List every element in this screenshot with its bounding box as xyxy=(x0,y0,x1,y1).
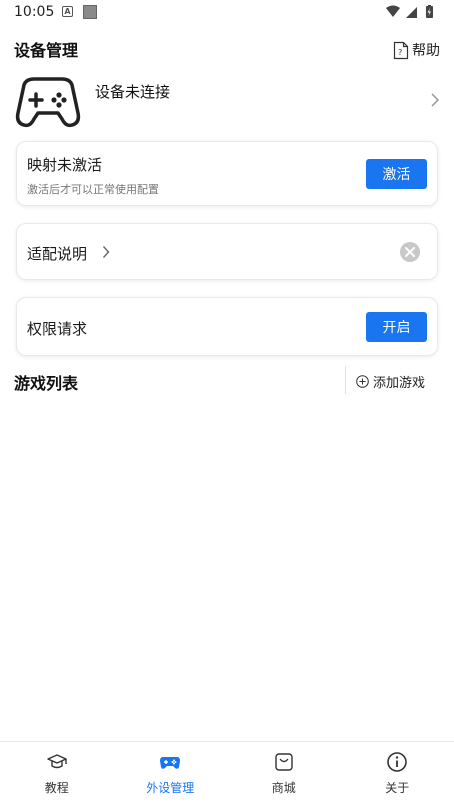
help-button[interactable]: ? 帮助 xyxy=(393,39,440,61)
permission-title: 权限请求 xyxy=(27,320,88,338)
activate-button[interactable]: 激活 xyxy=(366,159,427,189)
help-document-icon: ? xyxy=(393,41,409,59)
close-circle-icon[interactable] xyxy=(399,241,421,263)
help-label: 帮助 xyxy=(412,43,440,59)
system-status-icons xyxy=(386,5,433,18)
add-game-button[interactable]: 添加游戏 xyxy=(356,372,426,391)
nav-item-about[interactable]: 关于 xyxy=(341,742,454,807)
svg-text:?: ? xyxy=(398,48,402,57)
nav-label-peripheral: 外设管理 xyxy=(146,781,195,795)
nav-label-store: 商城 xyxy=(271,781,296,795)
activation-subtitle: 激活后才可以正常使用配置 xyxy=(27,183,159,196)
status-time: 10:05 xyxy=(14,4,55,20)
nav-item-tutorial[interactable]: 教程 xyxy=(0,742,114,807)
status-bar: 10:05 A xyxy=(0,0,454,26)
nav-label-tutorial: 教程 xyxy=(44,781,69,795)
divider xyxy=(345,366,346,394)
activation-card: 映射未激活 激活后才可以正常使用配置 激活 xyxy=(16,141,438,206)
add-circle-icon xyxy=(356,374,369,388)
notification-image-icon xyxy=(83,5,97,19)
game-list-title: 游戏列表 xyxy=(14,374,79,393)
page-title: 设备管理 xyxy=(14,41,79,60)
chevron-right-icon xyxy=(102,246,110,258)
gamepad-icon xyxy=(160,757,181,769)
activation-title: 映射未激活 xyxy=(27,156,103,174)
nav-label-about: 关于 xyxy=(385,781,410,795)
device-connection-row[interactable]: 设备未连接 xyxy=(0,70,454,134)
shopping-bag-icon xyxy=(275,753,293,771)
notification-a-icon: A xyxy=(62,6,73,17)
signal-icon xyxy=(406,7,417,18)
chevron-right-icon xyxy=(431,93,440,107)
info-icon xyxy=(387,752,408,772)
device-status-text: 设备未连接 xyxy=(95,83,171,101)
bottom-navigation: 教程 外设管理 商城 关于 xyxy=(0,741,454,807)
nav-item-peripheral[interactable]: 外设管理 xyxy=(114,742,228,807)
battery-icon xyxy=(426,5,433,18)
adapt-title: 适配说明 xyxy=(27,245,88,263)
gamepad-icon xyxy=(15,77,81,128)
add-game-label: 添加游戏 xyxy=(373,375,426,391)
adapt-info-card[interactable]: 适配说明 xyxy=(16,223,438,280)
enable-permission-button[interactable]: 开启 xyxy=(366,312,427,342)
nav-item-store[interactable]: 商城 xyxy=(227,742,341,807)
wifi-icon xyxy=(386,5,400,17)
graduation-cap-icon xyxy=(47,754,67,769)
permission-card: 权限请求 开启 xyxy=(16,297,438,356)
